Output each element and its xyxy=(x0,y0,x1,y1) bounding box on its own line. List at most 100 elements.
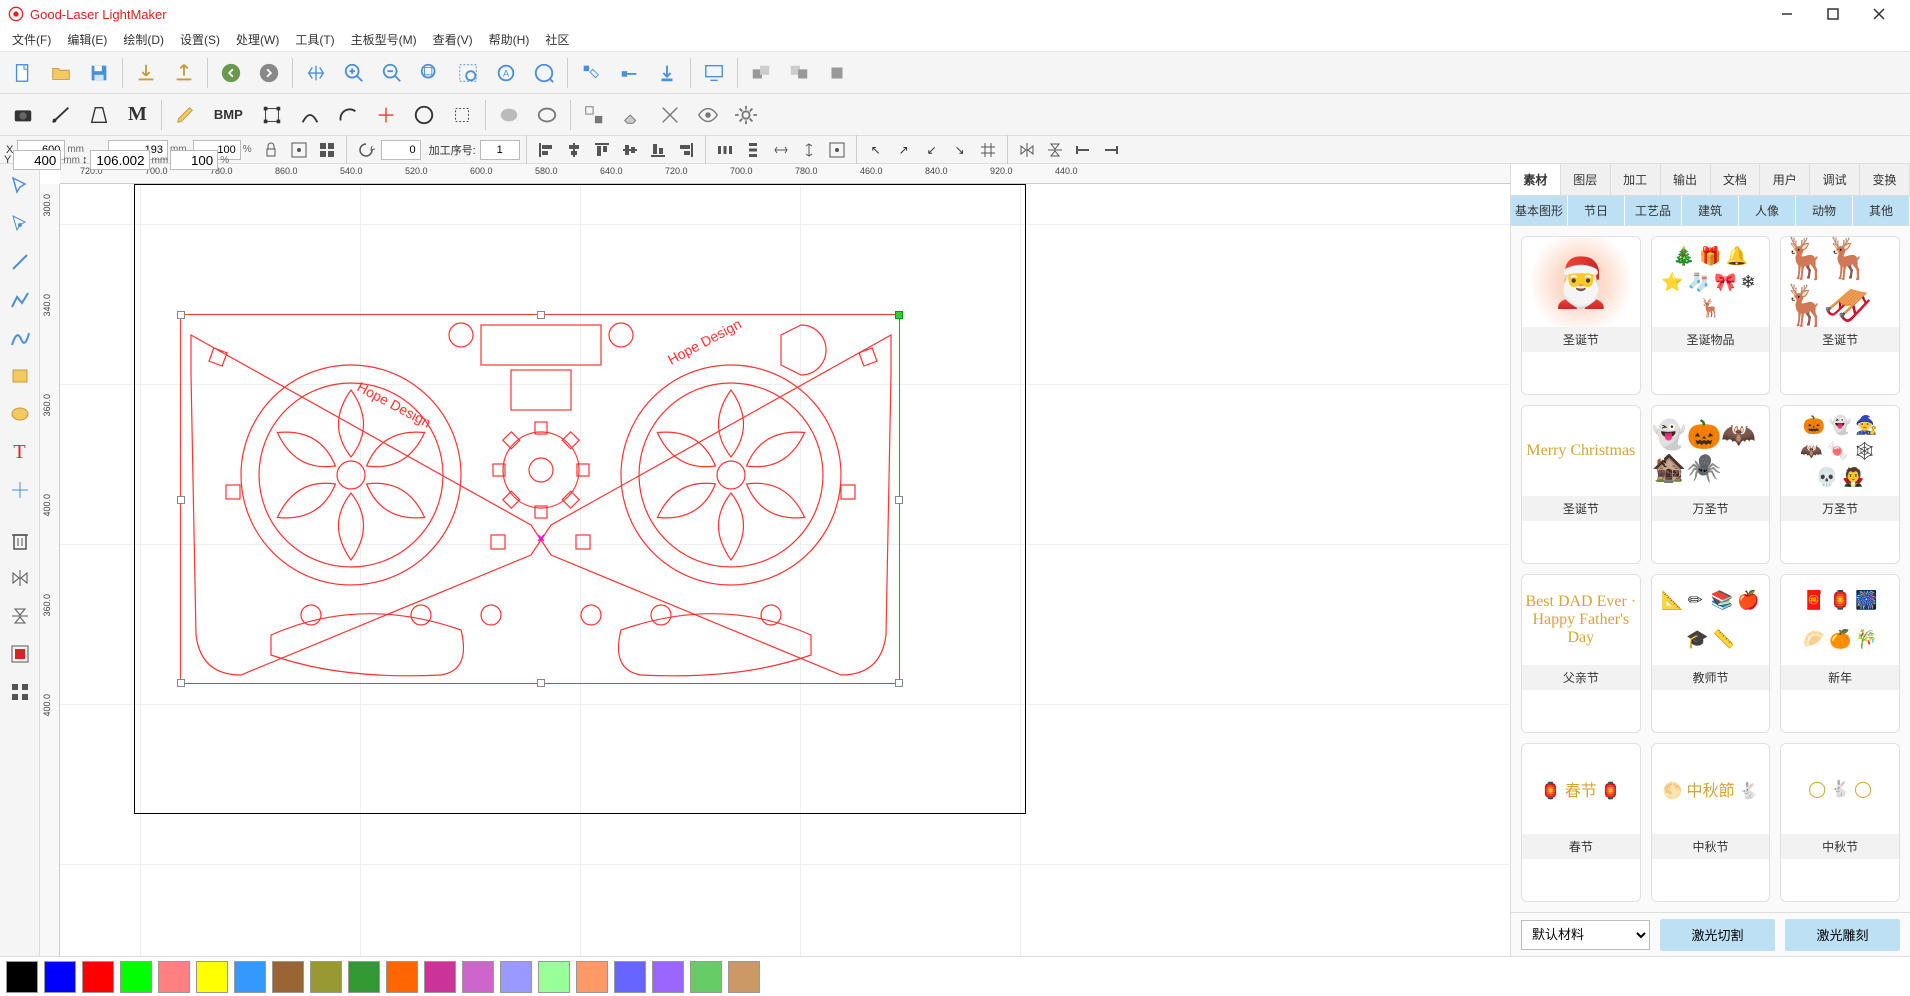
color-swatch[interactable] xyxy=(272,961,304,993)
pan-icon[interactable] xyxy=(299,56,333,90)
zoom-fit-icon[interactable]: A xyxy=(489,56,523,90)
layout-a-icon[interactable] xyxy=(3,636,37,672)
convert-icon[interactable] xyxy=(445,98,479,132)
fill-icon[interactable] xyxy=(492,98,526,132)
space-v-icon[interactable] xyxy=(796,137,822,163)
panel-tab-1[interactable]: 图层 xyxy=(1561,164,1611,195)
laser-cut-button[interactable]: 激光切割 xyxy=(1660,919,1775,951)
mirror-v-icon[interactable] xyxy=(3,598,37,634)
arc-icon[interactable] xyxy=(331,98,365,132)
y-input[interactable] xyxy=(13,150,61,170)
gear-icon[interactable] xyxy=(729,98,763,132)
eye-icon[interactable] xyxy=(691,98,725,132)
anchor-grid-icon[interactable] xyxy=(286,137,312,163)
menu-edit[interactable]: 编辑(E) xyxy=(59,29,115,50)
color-swatch[interactable] xyxy=(158,961,190,993)
mirror-h-icon[interactable] xyxy=(3,560,37,596)
menu-community[interactable]: 社区 xyxy=(537,29,577,50)
seq-input[interactable] xyxy=(480,140,520,160)
material-card[interactable]: 🎃👻🧙🦇🍬🕸️💀🧛万圣节 xyxy=(1780,405,1900,564)
arrange-1-icon[interactable] xyxy=(1070,137,1096,163)
transform-icon[interactable] xyxy=(255,98,289,132)
rot-input[interactable] xyxy=(381,140,421,160)
menu-help[interactable]: 帮助(H) xyxy=(481,29,538,50)
menu-file[interactable]: 文件(F) xyxy=(4,29,59,50)
move-sw-icon[interactable]: ↙ xyxy=(919,137,945,163)
import-icon[interactable] xyxy=(129,56,163,90)
bmp-button[interactable]: BMP xyxy=(206,98,251,132)
panel-tab-6[interactable]: 调试 xyxy=(1810,164,1860,195)
menu-set[interactable]: 设置(S) xyxy=(172,29,228,50)
camera-icon[interactable] xyxy=(6,98,40,132)
panel-subtab-3[interactable]: 建筑 xyxy=(1682,196,1739,225)
align-left-icon[interactable] xyxy=(533,137,559,163)
color-swatch[interactable] xyxy=(424,961,456,993)
color-swatch[interactable] xyxy=(120,961,152,993)
panel-tab-3[interactable]: 输出 xyxy=(1661,164,1711,195)
zoom-in-icon[interactable] xyxy=(337,56,371,90)
close-button[interactable] xyxy=(1856,0,1902,28)
color-swatch[interactable] xyxy=(690,961,722,993)
material-card[interactable]: 🌕 中秋節 🐇中秋节 xyxy=(1651,743,1771,902)
menu-tool[interactable]: 工具(T) xyxy=(287,29,342,50)
export-icon[interactable] xyxy=(167,56,201,90)
eraser-icon[interactable] xyxy=(615,98,649,132)
color-swatch[interactable] xyxy=(44,961,76,993)
pattern-icon[interactable] xyxy=(314,137,340,163)
align-top-icon[interactable] xyxy=(589,137,615,163)
material-select[interactable]: 默认材料 xyxy=(1521,920,1650,950)
open-file-icon[interactable] xyxy=(44,56,78,90)
move-ne-icon[interactable]: ↗ xyxy=(891,137,917,163)
panel-tab-5[interactable]: 用户 xyxy=(1760,164,1810,195)
material-grid[interactable]: 🎅圣诞节🎄🎁🔔⭐🧦🎀❄️🦌圣诞物品🦌🦌🦌🛷圣诞节Merry Christmas圣… xyxy=(1511,226,1910,912)
zoom-out-icon[interactable] xyxy=(375,56,409,90)
curve-icon[interactable] xyxy=(293,98,327,132)
flip-h-icon[interactable] xyxy=(1014,137,1040,163)
align-hcenter-icon[interactable] xyxy=(561,137,587,163)
laser-engrave-button[interactable]: 激光雕刻 xyxy=(1785,919,1900,951)
space-h-icon[interactable] xyxy=(768,137,794,163)
slice-icon[interactable] xyxy=(653,98,687,132)
color-swatch[interactable] xyxy=(6,961,38,993)
color-swatch[interactable] xyxy=(576,961,608,993)
flip-v-icon[interactable] xyxy=(1042,137,1068,163)
dist-v-icon[interactable] xyxy=(740,137,766,163)
canvas[interactable]: Hope Design Hope Design xyxy=(60,184,1510,956)
undo-icon[interactable] xyxy=(214,56,248,90)
panel-subtab-2[interactable]: 工艺品 xyxy=(1625,196,1682,225)
minimize-button[interactable] xyxy=(1764,0,1810,28)
crosshair-icon[interactable] xyxy=(3,472,37,508)
material-card[interactable]: ◯ 🐇 ◯中秋节 xyxy=(1780,743,1900,902)
panel-subtab-4[interactable]: 人像 xyxy=(1739,196,1796,225)
node-tool-icon[interactable] xyxy=(3,206,37,242)
panel-subtab-1[interactable]: 节日 xyxy=(1568,196,1625,225)
move-nw-icon[interactable]: ↖ xyxy=(863,137,889,163)
color-swatch[interactable] xyxy=(234,961,266,993)
material-card[interactable]: 📐✏️📚🍎🎓📏教师节 xyxy=(1651,574,1771,733)
menu-draw[interactable]: 绘制(D) xyxy=(115,29,172,50)
box-b-icon[interactable] xyxy=(782,56,816,90)
maximize-button[interactable] xyxy=(1810,0,1856,28)
save-file-icon[interactable] xyxy=(82,56,116,90)
panel-subtab-6[interactable]: 其他 xyxy=(1853,196,1910,225)
material-card[interactable]: 🎄🎁🔔⭐🧦🎀❄️🦌圣诞物品 xyxy=(1651,236,1771,395)
align-vcenter-icon[interactable] xyxy=(617,137,643,163)
panel-tab-7[interactable]: 变换 xyxy=(1860,164,1910,195)
new-file-icon[interactable] xyxy=(6,56,40,90)
sy-input[interactable] xyxy=(170,150,218,170)
skew-icon[interactable] xyxy=(82,98,116,132)
polyline-tool-icon[interactable] xyxy=(3,282,37,318)
color-swatch[interactable] xyxy=(500,961,532,993)
menu-board[interactable]: 主板型号(M) xyxy=(343,29,425,50)
rect-tool-icon[interactable] xyxy=(3,358,37,394)
color-swatch[interactable] xyxy=(652,961,684,993)
h-input[interactable] xyxy=(90,150,150,170)
align-right-icon[interactable] xyxy=(673,137,699,163)
layout-grid-icon[interactable] xyxy=(3,674,37,710)
menu-view[interactable]: 查看(V) xyxy=(425,29,481,50)
vector-icon[interactable] xyxy=(44,98,78,132)
material-card[interactable]: Merry Christmas圣诞节 xyxy=(1521,405,1641,564)
color-swatch[interactable] xyxy=(82,961,114,993)
group-1-icon[interactable] xyxy=(577,98,611,132)
snap-icon[interactable] xyxy=(369,98,403,132)
